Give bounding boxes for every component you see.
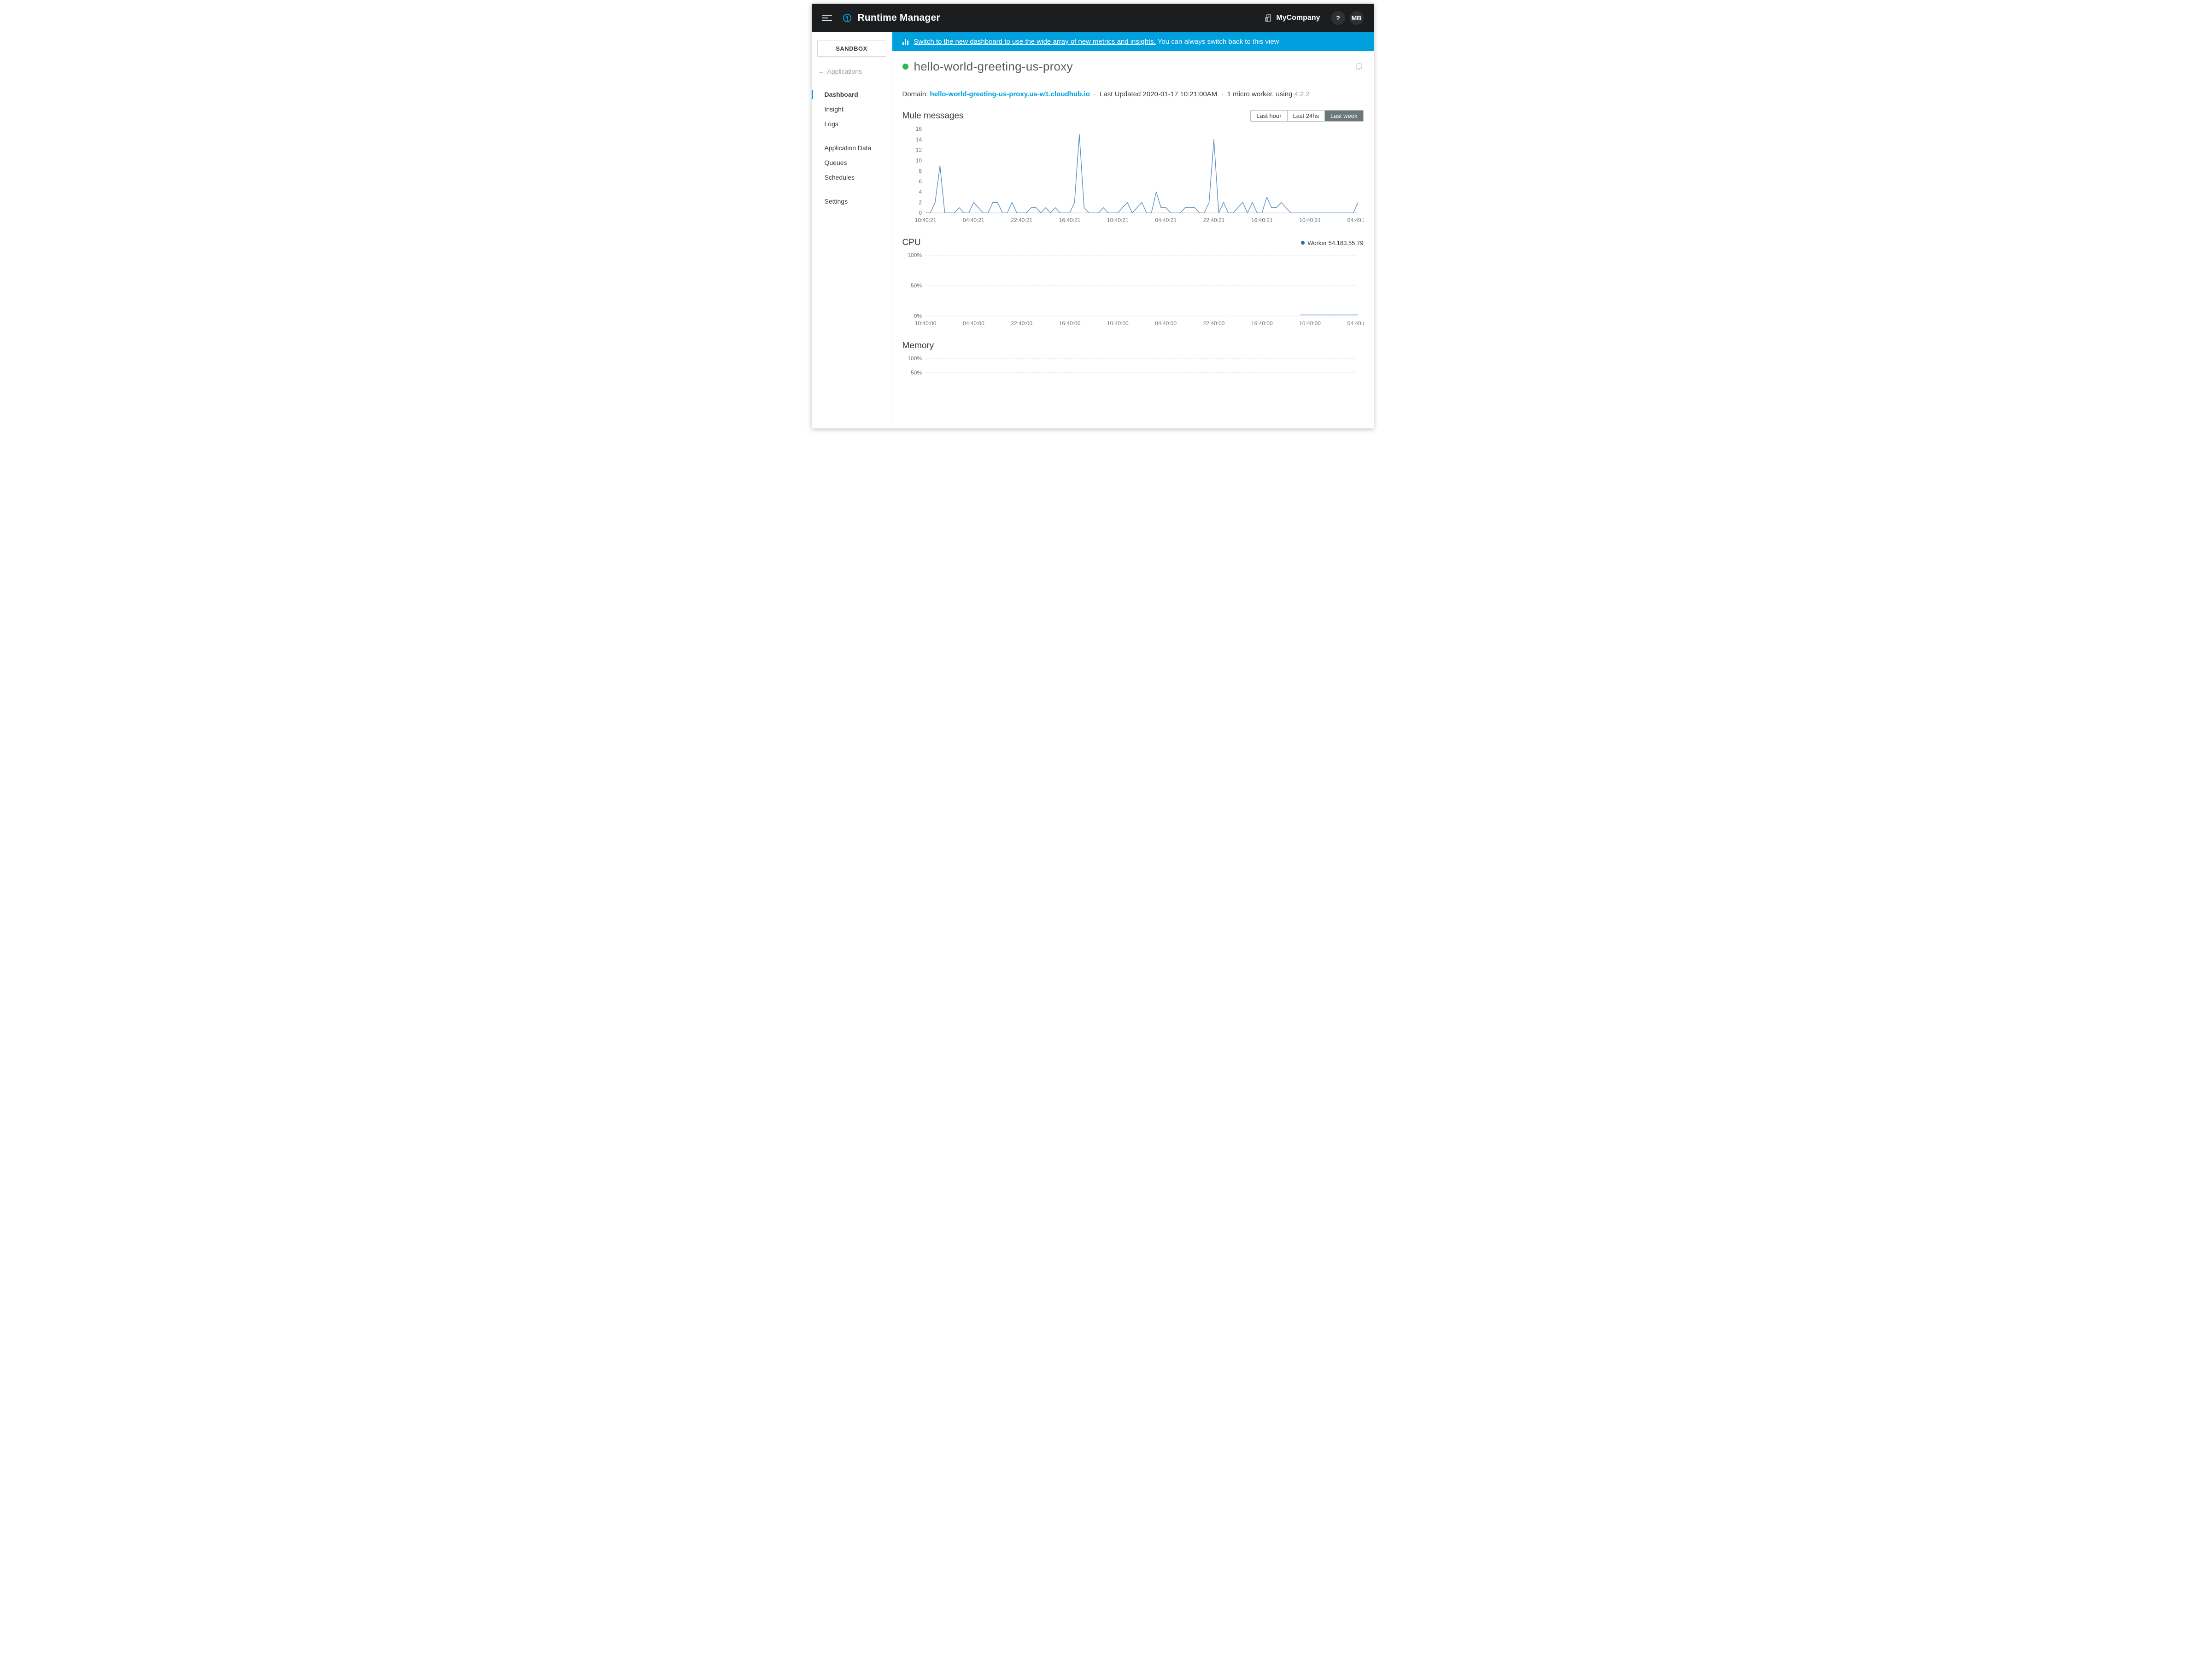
page-title: hello-world-greeting-us-proxy [914, 59, 1073, 74]
svg-text:04:40:21: 04:40:21 [1155, 217, 1177, 223]
topbar: Runtime Manager MyCompany ? MB [812, 4, 1374, 32]
svg-text:10:40:00: 10:40:00 [1107, 320, 1128, 327]
sidebar-item-insight[interactable]: Insight [812, 102, 892, 117]
app-meta: Domain: hello-world-greeting-us-proxy.us… [902, 90, 1364, 98]
chart-memory: Memory 50% 100% [902, 341, 1364, 400]
svg-text:6: 6 [919, 178, 922, 185]
page-title-row: hello-world-greeting-us-proxy [902, 59, 1364, 74]
svg-text:10:40:21: 10:40:21 [1107, 217, 1128, 223]
svg-text:16:40:00: 16:40:00 [1251, 320, 1272, 327]
svg-text:16:40:21: 16:40:21 [1251, 217, 1272, 223]
content: Switch to the new dashboard to use the w… [892, 32, 1374, 428]
chart-mule-messages: Mule messages Last hourLast 24hsLast wee… [902, 110, 1364, 226]
chart-canvas: 0% 50% 100% 10:40:00 04:40:00 22:40:00 16:40:0… [902, 251, 1364, 329]
svg-text:10:40:21: 10:40:21 [914, 217, 936, 223]
svg-text:10: 10 [915, 157, 922, 164]
svg-text:0: 0 [919, 210, 922, 216]
svg-text:4: 4 [919, 189, 922, 195]
svg-text:04:40:00: 04:40:00 [1347, 320, 1363, 327]
svg-text:50%: 50% [911, 282, 922, 289]
sidebar-item-settings[interactable]: Settings [812, 194, 892, 209]
svg-text:100%: 100% [908, 252, 922, 258]
svg-text:50%: 50% [911, 369, 922, 376]
bell-icon[interactable] [1354, 61, 1364, 72]
svg-text:22:40:00: 22:40:00 [1011, 320, 1032, 327]
sidebar-item-logs[interactable]: Logs [812, 117, 892, 131]
chart-canvas: 0 2 4 6 8 10 12 14 16 10:40:21 04:40:21 22:40:21 16:… [902, 124, 1364, 226]
chart-title: Memory [902, 341, 934, 351]
status-dot-icon [902, 64, 908, 70]
question-icon: ? [1336, 14, 1340, 22]
banner-tail: You can always switch back to this view [1158, 38, 1279, 46]
svg-text:100%: 100% [908, 355, 922, 362]
org-icon [1265, 14, 1272, 22]
svg-text:12: 12 [915, 147, 922, 153]
sidebar-item-app-data[interactable]: Application Data [812, 140, 892, 155]
range-tab[interactable]: Last week [1324, 111, 1363, 121]
banner-link[interactable]: Switch to the new dashboard to use the w… [914, 38, 1156, 46]
svg-text:0%: 0% [914, 313, 922, 319]
svg-text:04:40:21: 04:40:21 [1347, 217, 1363, 223]
sidebar-item-queues[interactable]: Queues [812, 155, 892, 170]
environment-selector[interactable]: SANDBOX [817, 41, 886, 57]
range-tab[interactable]: Last 24hs [1287, 111, 1324, 121]
bar-chart-icon [902, 39, 908, 45]
new-dashboard-banner: Switch to the new dashboard to use the w… [892, 32, 1374, 51]
menu-icon[interactable] [822, 15, 832, 21]
svg-text:22:40:21: 22:40:21 [1011, 217, 1032, 223]
sidebar-item-schedules[interactable]: Schedules [812, 170, 892, 185]
legend-dot-icon [1301, 241, 1305, 245]
chart-legend: Worker 54.183.55.79 [1301, 240, 1363, 246]
help-button[interactable]: ? [1331, 11, 1345, 25]
svg-text:16: 16 [915, 126, 922, 132]
sidebar: SANDBOX ← Applications DashboardInsightL… [812, 32, 892, 428]
brand-icon [842, 13, 852, 23]
runtime-version: 4.2.2 [1295, 90, 1310, 98]
chart-title: CPU [902, 238, 921, 248]
user-initials: MB [1352, 14, 1362, 22]
last-updated-value: 2020-01-17 10:21:00AM [1143, 90, 1218, 98]
org-name: MyCompany [1276, 14, 1320, 22]
product-title: Runtime Manager [858, 12, 940, 23]
svg-text:04:40:21: 04:40:21 [963, 217, 984, 223]
svg-text:04:40:00: 04:40:00 [1155, 320, 1177, 327]
svg-text:16:40:21: 16:40:21 [1059, 217, 1080, 223]
svg-text:14: 14 [915, 136, 922, 143]
back-label: Applications [827, 68, 862, 75]
last-updated-label: Last Updated [1100, 90, 1141, 98]
svg-text:8: 8 [919, 168, 922, 174]
svg-text:22:40:00: 22:40:00 [1203, 320, 1224, 327]
domain-link[interactable]: hello-world-greeting-us-proxy.us-w1.clou… [930, 90, 1090, 98]
svg-text:10:40:00: 10:40:00 [914, 320, 936, 327]
chart-title: Mule messages [902, 111, 964, 121]
chart-cpu: CPU Worker 54.183.55.79 0% 50% 100% 10:40:0… [902, 238, 1364, 329]
user-avatar[interactable]: MB [1350, 11, 1364, 25]
app-frame: Runtime Manager MyCompany ? MB SANDBOX ←… [812, 4, 1374, 428]
svg-text:2: 2 [919, 199, 922, 205]
time-range-tabs: Last hourLast 24hsLast week [1250, 110, 1363, 122]
domain-label: Domain: [902, 90, 928, 98]
back-to-applications[interactable]: ← Applications [812, 65, 892, 78]
sidebar-item-dashboard[interactable]: Dashboard [812, 87, 892, 102]
svg-text:22:40:21: 22:40:21 [1203, 217, 1224, 223]
svg-text:10:40:00: 10:40:00 [1299, 320, 1321, 327]
workers-text: 1 micro worker, using [1227, 90, 1293, 98]
svg-text:04:40:00: 04:40:00 [963, 320, 984, 327]
chart-canvas: 50% 100% [902, 354, 1364, 400]
svg-text:16:40:00: 16:40:00 [1059, 320, 1080, 327]
arrow-left-icon: ← [818, 68, 825, 75]
range-tab[interactable]: Last hour [1251, 111, 1287, 121]
legend-label: Worker 54.183.55.79 [1307, 240, 1363, 246]
svg-text:10:40:21: 10:40:21 [1299, 217, 1321, 223]
org-switcher[interactable]: MyCompany [1265, 14, 1320, 22]
